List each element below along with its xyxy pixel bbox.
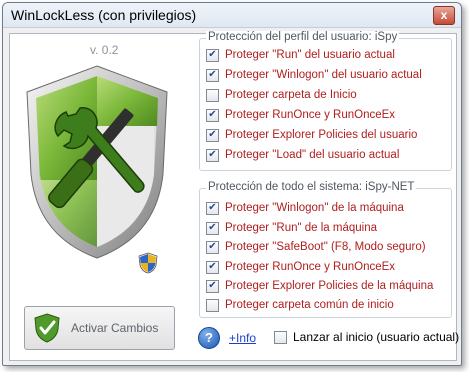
option-label: Proteger "SafeBoot" (F8, Modo seguro) xyxy=(225,241,426,253)
user-option-load[interactable]: ✔ Proteger "Load" del usuario actual xyxy=(206,147,399,163)
checkbox[interactable]: ✔ xyxy=(206,221,219,235)
checkbox[interactable]: ✔ xyxy=(206,260,219,274)
option-label: Proteger "Run" de la máquina xyxy=(225,222,378,234)
startup-label: Lanzar al inicio (usuario actual) xyxy=(293,330,460,344)
checkbox[interactable]: ✔ xyxy=(206,279,219,293)
option-label: Proteger Explorer Policies del usuario xyxy=(225,129,418,141)
shield-tools-icon xyxy=(26,65,168,259)
option-label: Proteger "Load" del usuario actual xyxy=(225,149,400,161)
user-option-runonce[interactable]: ✔ Proteger RunOnce y RunOnceEx xyxy=(206,107,395,123)
option-label: Proteger Explorer Policies de la máquina xyxy=(225,280,434,292)
help-icon[interactable]: ? xyxy=(198,327,220,349)
system-option-safeboot[interactable]: ✔ Proteger "SafeBoot" (F8, Modo seguro) xyxy=(206,239,426,255)
system-group-title: Protección de todo el sistema: iSpy-NET xyxy=(206,181,417,193)
option-label: Proteger carpeta de Inicio xyxy=(225,89,357,101)
window-title: WinLockLess (con privilegios) xyxy=(11,7,197,23)
checkbox[interactable]: ✔ xyxy=(206,148,219,162)
checkbox[interactable] xyxy=(206,88,219,102)
uac-shield-icon xyxy=(138,252,158,274)
activate-changes-button[interactable]: Activar Cambios xyxy=(24,306,175,350)
startup-option[interactable]: Lanzar al inicio (usuario actual) xyxy=(274,330,459,344)
checkbox[interactable] xyxy=(206,298,219,312)
activate-changes-label: Activar Cambios xyxy=(71,321,159,335)
user-profile-group-title: Protección del perfil del usuario: iSpy xyxy=(206,31,400,43)
option-label: Proteger "Winlogon" del usuario actual xyxy=(225,69,422,81)
system-option-runonce[interactable]: ✔ Proteger RunOnce y RunOnceEx xyxy=(206,259,395,275)
option-label: Proteger "Winlogon" de la máquina xyxy=(225,202,404,214)
check-shield-icon xyxy=(34,313,60,343)
user-option-explorer-policies[interactable]: ✔ Proteger Explorer Policies del usuario xyxy=(206,127,417,143)
option-label: Proteger RunOnce y RunOnceEx xyxy=(225,109,396,121)
title-bar[interactable]: WinLockLess (con privilegios) x xyxy=(3,3,461,28)
option-label: Proteger "Run" del usuario actual xyxy=(225,49,395,61)
startup-checkbox[interactable] xyxy=(274,330,287,344)
user-option-winlogon[interactable]: ✔ Proteger "Winlogon" del usuario actual xyxy=(206,67,422,83)
user-option-startup-folder[interactable]: Proteger carpeta de Inicio xyxy=(206,87,357,103)
close-button[interactable]: x xyxy=(433,6,455,25)
system-option-common-startup[interactable]: Proteger carpeta común de inicio xyxy=(206,297,394,313)
option-label: Proteger RunOnce y RunOnceEx xyxy=(225,261,396,273)
main-panel: v. 0.2 Protección del perfil del usuario… xyxy=(9,31,459,361)
checkbox[interactable]: ✔ xyxy=(206,108,219,122)
system-group: Protección de todo el sistema: iSpy-NET … xyxy=(199,181,452,318)
version-label: v. 0.2 xyxy=(90,43,119,57)
app-window: WinLockLess (con privilegios) x v. 0.2 P… xyxy=(2,2,462,366)
option-label: Proteger carpeta común de inicio xyxy=(225,299,394,311)
user-option-run[interactable]: ✔ Proteger "Run" del usuario actual xyxy=(206,47,395,63)
info-link[interactable]: +Info xyxy=(229,331,256,345)
checkbox[interactable]: ✔ xyxy=(206,68,219,82)
checkbox[interactable]: ✔ xyxy=(206,240,219,254)
system-option-run[interactable]: ✔ Proteger "Run" de la máquina xyxy=(206,220,377,236)
checkbox[interactable]: ✔ xyxy=(206,201,219,215)
checkbox[interactable]: ✔ xyxy=(206,128,219,142)
system-option-winlogon[interactable]: ✔ Proteger "Winlogon" de la máquina xyxy=(206,200,404,216)
system-option-explorer-policies[interactable]: ✔ Proteger Explorer Policies de la máqui… xyxy=(206,278,433,294)
checkbox[interactable]: ✔ xyxy=(206,48,219,62)
user-profile-group: Protección del perfil del usuario: iSpy … xyxy=(199,31,452,171)
